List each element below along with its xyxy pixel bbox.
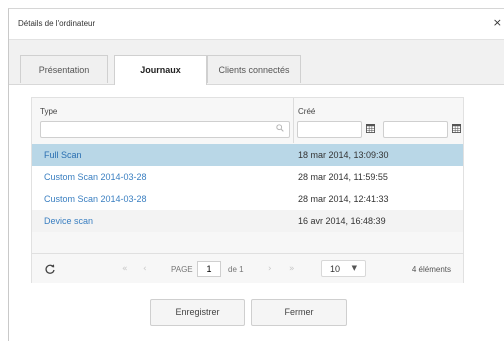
page-label: PAGE [171, 265, 193, 274]
tab-journaux[interactable]: Journaux [114, 55, 207, 85]
tab-clients-connectes[interactable]: Clients connectés [207, 55, 301, 83]
cell-type[interactable]: Device scan [44, 210, 93, 232]
item-count: 4 éléments [411, 265, 451, 274]
tab-strip: Présentation Journaux Clients connectés [9, 40, 504, 85]
cell-type[interactable]: Custom Scan 2014-03-28 [44, 188, 147, 210]
dialog-title: Détails de l'ordinateur [18, 19, 96, 28]
tab-presentation[interactable]: Présentation [20, 55, 108, 83]
previous-page-icon[interactable]: ‹ [143, 264, 147, 274]
date-to-input[interactable] [383, 121, 448, 138]
date-from-input[interactable] [297, 121, 362, 138]
table-row[interactable]: Custom Scan 2014-03-28 28 mar 2014, 12:4… [32, 188, 463, 210]
calendar-icon[interactable] [366, 124, 375, 133]
close-icon[interactable]: × [493, 16, 502, 29]
page-size-value: 10 [330, 264, 341, 274]
first-page-icon[interactable]: « [122, 264, 128, 274]
type-filter-input[interactable] [40, 121, 290, 138]
table-row[interactable]: Custom Scan 2014-03-28 28 mar 2014, 11:5… [32, 166, 463, 188]
close-button[interactable]: Fermer [251, 299, 347, 326]
cell-created: 28 mar 2014, 12:41:33 [298, 194, 389, 204]
chevron-down-icon: ▼ [351, 264, 357, 272]
cell-type[interactable]: Custom Scan 2014-03-28 [44, 166, 147, 188]
grid-rows: Full Scan 18 mar 2014, 13:09:30 Custom S… [32, 144, 463, 232]
cell-created: 28 mar 2014, 11:59:55 [298, 172, 388, 182]
page-size-select[interactable]: 10 ▼ [321, 260, 366, 277]
save-button[interactable]: Enregistrer [150, 299, 245, 326]
page-number-input[interactable] [197, 261, 221, 277]
column-header-created[interactable]: Créé [298, 107, 315, 116]
next-page-icon[interactable]: › [268, 264, 272, 274]
cell-created: 16 avr 2014, 16:48:39 [298, 216, 386, 226]
search-icon [276, 124, 284, 132]
column-header-type[interactable]: Type [40, 107, 57, 116]
refresh-icon[interactable] [44, 263, 56, 275]
column-divider [293, 98, 294, 143]
cell-type[interactable]: Full Scan [44, 144, 82, 166]
dialog-titlebar: Détails de l'ordinateur × [9, 9, 504, 40]
logs-grid: Type Créé Full Scan 18 mar 2014, 13:09:3… [31, 97, 464, 283]
calendar-icon[interactable] [452, 124, 461, 133]
grid-pager: « ‹ PAGE de 1 › » 10 ▼ 4 éléments [32, 253, 463, 283]
cell-created: 18 mar 2014, 13:09:30 [298, 150, 389, 160]
table-row[interactable]: Device scan 16 avr 2014, 16:48:39 [32, 210, 463, 232]
table-row[interactable]: Full Scan 18 mar 2014, 13:09:30 [32, 144, 463, 166]
last-page-icon[interactable]: » [289, 264, 295, 274]
page-total-label: de 1 [228, 265, 244, 274]
